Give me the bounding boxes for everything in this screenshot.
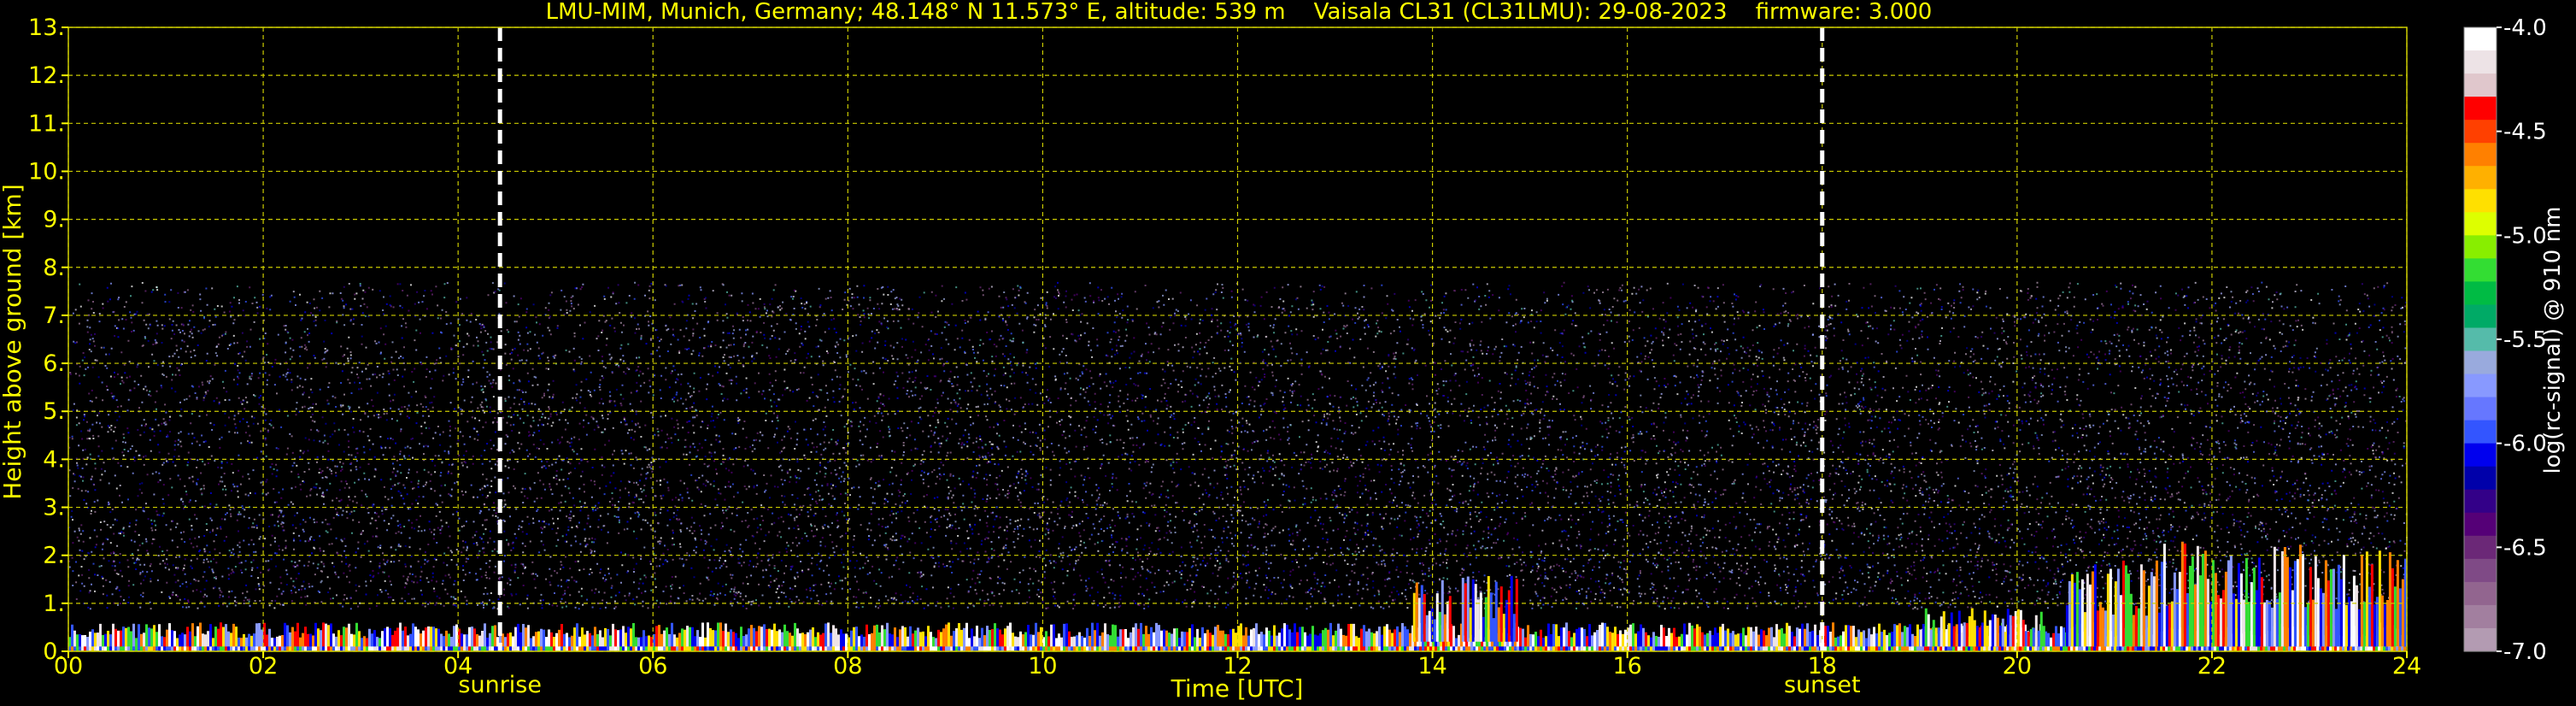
chart-title: LMU-MIM, Munich, Germany; 48.148° N 11.5… — [546, 0, 1933, 25]
x-tick-label: 16 — [1612, 653, 1641, 680]
colorbar-swatch — [2464, 627, 2497, 652]
y-tick-label: 2. — [43, 543, 65, 569]
x-tick-label: 02 — [249, 653, 278, 680]
colorbar-tick-label: -4.5 — [2503, 120, 2547, 145]
y-tick-label: 4. — [43, 446, 65, 473]
colorbar-swatch — [2464, 397, 2497, 421]
y-axis-label: Height above ground [km] — [0, 184, 26, 500]
x-tick-label: 10 — [1028, 653, 1057, 680]
y-tick-label: 1. — [43, 591, 65, 617]
colorbar-swatch — [2464, 327, 2497, 352]
colorbar-swatch — [2464, 120, 2497, 144]
signal-layer-convective-cloud — [1438, 611, 1441, 642]
x-tick-label: 08 — [833, 653, 862, 680]
y-tick-label: 9. — [43, 207, 65, 233]
colorbar-swatch — [2464, 466, 2497, 491]
colorbar-swatch — [2464, 443, 2497, 468]
colorbar: -4.0-4.5-5.0-5.5-6.0-6.5-7.0 — [2463, 15, 2547, 665]
colorbar-swatch — [2464, 281, 2497, 306]
x-axis-label: Time [UTC] — [1171, 674, 1304, 703]
colorbar-tick-label: -4.0 — [2503, 15, 2547, 41]
y-tick-label: 8. — [43, 255, 65, 281]
y-tick-label: 10. — [28, 158, 65, 185]
colorbar-tick-label: -7.0 — [2503, 639, 2547, 665]
x-tick-label: 04 — [443, 653, 472, 680]
colorbar-swatch — [2464, 350, 2497, 375]
y-tick-label: 6. — [43, 350, 65, 377]
colorbar-swatch — [2464, 304, 2497, 329]
signal-layer-convective-cloud — [1412, 592, 1416, 642]
colorbar-swatch — [2464, 604, 2497, 629]
colorbar-label: log(rc-signal) @ 910 nm — [2540, 207, 2566, 474]
colorbar-swatch — [2464, 420, 2497, 444]
colorbar-swatch — [2464, 374, 2497, 398]
colorbar-swatch — [2464, 74, 2497, 97]
ceilometer-chart: LMU-MIM, Munich, Germany; 48.148° N 11.5… — [0, 0, 2566, 703]
y-tick-label: 13. — [28, 15, 65, 41]
colorbar-swatch — [2464, 143, 2497, 167]
x-tick-label: 24 — [2392, 653, 2421, 680]
signal-layer-convective-cloud — [1479, 592, 1482, 642]
y-tick-label: 0. — [43, 638, 65, 665]
x-tick-label: 20 — [2003, 653, 2032, 680]
x-tick-label: 22 — [2198, 653, 2227, 680]
colorbar-swatch — [2464, 27, 2497, 51]
y-tick-label: 11. — [28, 110, 65, 137]
colorbar-swatch — [2464, 97, 2497, 121]
y-tick-label: 12. — [28, 62, 65, 89]
x-tick-label: 18 — [1808, 653, 1837, 680]
colorbar-swatch — [2464, 212, 2497, 236]
x-tick-label: 14 — [1417, 653, 1446, 680]
colorbar-tick-label: -6.5 — [2503, 535, 2547, 561]
colorbar-swatch — [2464, 189, 2497, 213]
signal-layer-convective-cloud — [1497, 607, 1500, 642]
colorbar-swatch — [2464, 512, 2497, 537]
colorbar-swatch — [2464, 235, 2497, 259]
signal-layer-convective-cloud — [1484, 597, 1488, 642]
colorbar-swatch — [2464, 166, 2497, 190]
colorbar-swatch — [2464, 258, 2497, 283]
colorbar-swatch — [2464, 489, 2497, 514]
y-tick-label: 5. — [43, 398, 65, 425]
colorbar-swatch — [2464, 581, 2497, 606]
colorbar-swatch — [2464, 558, 2497, 583]
x-tick-label: 06 — [638, 653, 667, 680]
y-tick-label: 7. — [43, 303, 65, 329]
colorbar-swatch — [2464, 50, 2497, 74]
y-tick-label: 3. — [43, 495, 65, 521]
colorbar-swatch — [2464, 535, 2497, 560]
